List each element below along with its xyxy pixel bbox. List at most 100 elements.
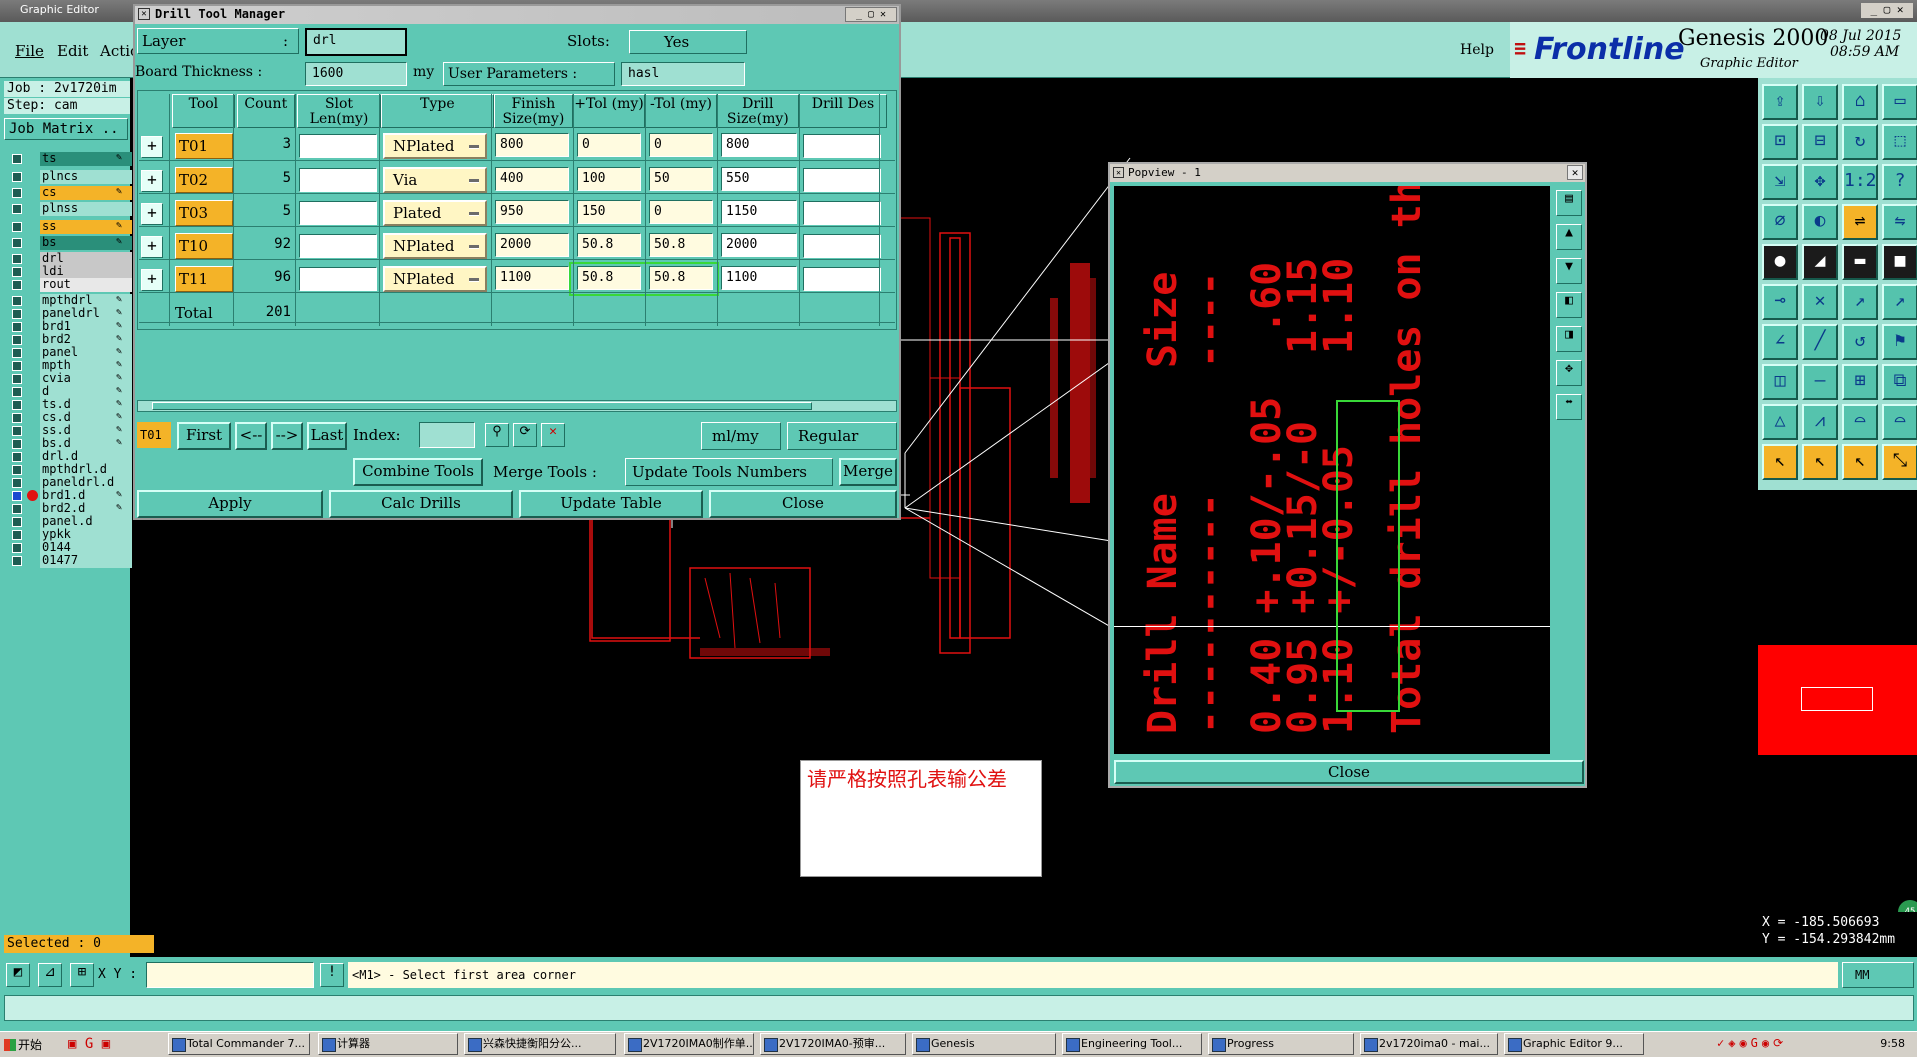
popview-tool-4-icon[interactable]: ◧ (1556, 292, 1582, 318)
taskbar-item[interactable]: 2V1720IMA0-预审... (760, 1033, 906, 1055)
plus-tol-input[interactable]: 100 (577, 167, 641, 191)
arch-icon[interactable]: ⌓ (1842, 404, 1878, 440)
row-expand-icon[interactable]: + (141, 269, 163, 291)
thickness-input[interactable]: 1600 (305, 62, 407, 86)
drill-size-input[interactable]: 2000 (721, 233, 797, 257)
column-header[interactable]: +Tol (my) (573, 94, 645, 128)
layer-checkbox[interactable] (12, 387, 22, 397)
slots-select[interactable]: Yes (629, 30, 747, 54)
row-expand-icon[interactable]: + (141, 170, 163, 192)
layer-checkbox[interactable] (12, 491, 22, 501)
popview-canvas[interactable]: Drill Name ---------- 0.40 +.10/-.05 0.9… (1114, 186, 1550, 754)
calc-drills-button[interactable]: Calc Drills (329, 490, 513, 518)
type-select[interactable]: Plated (383, 200, 487, 226)
layer-row[interactable]: rout (9, 278, 132, 292)
drill-size-input[interactable]: 1100 (721, 266, 797, 290)
slot-length-input[interactable] (299, 267, 377, 291)
layer-checkbox[interactable] (12, 322, 22, 332)
job-matrix-button[interactable]: Job Matrix .. (4, 118, 128, 140)
layer-checkbox[interactable] (12, 280, 22, 290)
layer-checkbox[interactable] (12, 204, 22, 214)
window-icon[interactable]: ▭ (1882, 84, 1917, 120)
layer-checkbox[interactable] (12, 517, 22, 527)
column-header[interactable]: Tool (172, 94, 235, 128)
layer-label-button[interactable]: Layer: (137, 28, 299, 54)
slot-length-input[interactable] (299, 134, 377, 158)
ruler-icon[interactable]: ▬ (1842, 244, 1878, 280)
popview-tool-7-icon[interactable]: ⬌ (1556, 394, 1582, 420)
home-icon[interactable]: ⌂ (1842, 84, 1878, 120)
curve-icon[interactable]: ↺ (1842, 324, 1878, 360)
popview-tool-5-icon[interactable]: ◨ (1556, 326, 1582, 352)
navigator-viewport[interactable] (1801, 687, 1873, 711)
update-table-button[interactable]: Update Table (519, 490, 703, 518)
layer-checkbox[interactable] (12, 335, 22, 345)
row-expand-icon[interactable]: + (141, 136, 163, 158)
drill-des-input[interactable] (803, 134, 881, 158)
column-header[interactable]: Finish Size(my) (493, 94, 573, 128)
popview-tool-3-icon[interactable]: ▼ (1556, 258, 1582, 284)
dash-icon[interactable]: – (1802, 364, 1838, 400)
layer-checkbox[interactable] (12, 426, 22, 436)
layer-input[interactable]: drl (305, 28, 407, 56)
drill-size-input[interactable]: 800 (721, 133, 797, 157)
taskbar-item[interactable]: Graphic Editor 9... (1504, 1033, 1644, 1055)
zoom-out-icon[interactable]: ⊟ (1802, 124, 1838, 160)
layer-checkbox[interactable] (12, 188, 22, 198)
open-icon[interactable]: ⇪ (1762, 84, 1798, 120)
popview-tool-2-icon[interactable]: ▲ (1556, 224, 1582, 250)
connect-icon[interactable]: ⊸ (1762, 284, 1798, 320)
info-icon[interactable]: ! (320, 963, 344, 987)
grid-icon[interactable]: ⊞ (70, 963, 94, 987)
layer-checkbox[interactable] (12, 556, 22, 566)
taskbar-item[interactable]: 2v1720ima0 - mai... (1360, 1033, 1498, 1055)
xy-input[interactable] (146, 962, 314, 988)
node-icon[interactable]: ↗ (1842, 284, 1878, 320)
arch2-icon[interactable]: ⌓ (1882, 404, 1917, 440)
index-clear-icon[interactable]: ✕ (541, 423, 565, 447)
layer-checkbox[interactable] (12, 452, 22, 462)
probe-icon[interactable]: ⇌ (1842, 204, 1878, 240)
plus-tol-input[interactable]: 0 (577, 133, 641, 157)
finish-size-input[interactable]: 2000 (495, 233, 569, 257)
taskbar-item[interactable]: Total Commander 7... (168, 1033, 310, 1055)
tool-cell[interactable]: T10 (175, 233, 233, 259)
layer-checkbox[interactable] (12, 254, 22, 264)
popview-close-icon[interactable]: ✕ (1567, 165, 1583, 180)
minus-tol-input[interactable]: 50.8 (649, 233, 713, 257)
column-header[interactable]: -Tol (my) (645, 94, 717, 128)
measure-icon[interactable]: ⌀ (1762, 204, 1798, 240)
taskbar-item[interactable]: 兴森快捷衡阳分公... (464, 1033, 616, 1055)
tool-cell[interactable]: T03 (175, 200, 233, 226)
row-expand-icon[interactable]: + (141, 236, 163, 258)
pointer-icon[interactable]: ↖ (1762, 444, 1798, 480)
row-expand-icon[interactable]: + (141, 203, 163, 225)
drill-des-input[interactable] (803, 168, 881, 192)
arc-icon[interactable]: ↗ (1882, 284, 1917, 320)
cross-icon[interactable]: ✕ (1802, 284, 1838, 320)
layer-checkbox[interactable] (12, 309, 22, 319)
nav-last-button[interactable]: Last (307, 422, 347, 450)
user-params-button[interactable]: User Parameters : (443, 62, 615, 86)
layer-checkbox[interactable] (12, 413, 22, 423)
layer-checkbox[interactable] (12, 465, 22, 475)
quick-launch[interactable]: ▣ G ▣ (68, 1036, 164, 1054)
finish-size-input[interactable]: 800 (495, 133, 569, 157)
nav-first-button[interactable]: First (177, 422, 231, 450)
layer-row[interactable]: cvia ✎ (9, 372, 132, 386)
merge-button[interactable]: Merge (839, 458, 897, 486)
type-select[interactable]: NPlated (383, 266, 487, 292)
taskbar-item[interactable]: 2V1720IMA0制作单... (624, 1033, 754, 1055)
slot-length-input[interactable] (299, 234, 377, 258)
scale-icon[interactable]: 1:2 (1842, 164, 1878, 200)
fit-icon[interactable]: ⇲ (1762, 164, 1798, 200)
layer-row[interactable]: plnss (9, 202, 132, 216)
tray-icons[interactable]: ✓◈◉G◉⟳ (1717, 1036, 1857, 1054)
triangle-icon[interactable]: △ (1762, 404, 1798, 440)
apply-button[interactable]: Apply (137, 490, 323, 518)
layer-checkbox[interactable] (12, 504, 22, 514)
menu-file[interactable]: File (15, 42, 44, 60)
window-controls[interactable]: _ ▢ ✕ (1861, 3, 1913, 18)
layer-checkbox[interactable] (12, 478, 22, 488)
nav-prev-button[interactable]: <-- (235, 422, 267, 450)
